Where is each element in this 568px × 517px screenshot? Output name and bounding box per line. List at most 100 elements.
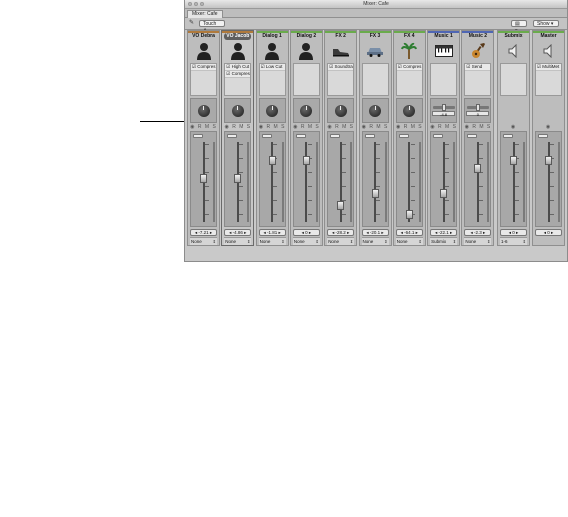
volume-value-field[interactable]: ◂ -1.81 ▸ — [258, 229, 286, 236]
person-icon[interactable] — [291, 40, 322, 62]
automation-button[interactable] — [227, 134, 238, 138]
shoe-icon[interactable] — [325, 40, 356, 62]
track-name[interactable]: Master — [533, 33, 564, 40]
insert-slot-empty[interactable] — [363, 64, 388, 70]
pan-knob[interactable] — [231, 104, 244, 117]
volume-value-field[interactable]: ◂ 0 ▸ — [292, 229, 320, 236]
record-mute-solo-buttons[interactable]: ◉ R M S — [462, 123, 493, 131]
insert-slots[interactable]: ☑ Compres — [190, 63, 217, 96]
automation-button[interactable] — [193, 134, 203, 138]
insert-slots[interactable] — [292, 63, 320, 96]
increment-arrow-icon[interactable]: ▸ — [515, 230, 518, 235]
increment-arrow-icon[interactable]: ▸ — [243, 230, 246, 235]
volume-fader-area[interactable] — [190, 131, 217, 227]
person-icon[interactable] — [257, 40, 288, 62]
channel-strip-fx-3[interactable]: FX 3 ◉ R M S ◂ -20.1 ▸ None ⇕ — [358, 30, 392, 246]
increment-arrow-icon[interactable]: ▸ — [308, 230, 311, 235]
fader-cap[interactable] — [440, 188, 448, 198]
fader-cap[interactable] — [302, 156, 310, 166]
insert-slot[interactable]: ☑ High Cut — [225, 64, 251, 71]
channel-strip-master[interactable]: Master ☑ MultiMet ◉ ◂ 0 ▸ — [532, 30, 565, 246]
record-mute-solo-buttons[interactable]: ◉ R M S — [222, 123, 253, 131]
output-select[interactable]: None ⇕ — [464, 237, 492, 245]
close-button[interactable] — [188, 2, 192, 6]
send-level-slider[interactable] — [432, 103, 455, 111]
minimize-button[interactable] — [194, 2, 198, 6]
automation-icon[interactable]: ✎ — [189, 20, 195, 27]
automation-button[interactable] — [538, 134, 548, 138]
insert-slot[interactable]: ☑ Compres — [396, 64, 422, 71]
insert-slots[interactable] — [500, 63, 527, 96]
insert-slots[interactable]: ☑ MultiMet — [535, 63, 562, 96]
pan-knob-area[interactable] — [190, 98, 217, 123]
insert-slots[interactable]: ☑ Low Cut — [258, 63, 286, 96]
pan-knob[interactable] — [266, 104, 279, 117]
insert-slots[interactable]: ☑ High Cut ☑ Compres — [224, 63, 252, 96]
insert-slot[interactable]: ☑ Compres — [225, 71, 251, 78]
record-mute-solo-buttons[interactable]: ◉ — [498, 123, 529, 131]
channel-strip-music-2[interactable]: Music 2 ☑ Send 0 ◉ R M S ◂ -2.3 ▸ None ⇕ — [461, 30, 495, 246]
output-select[interactable]: None ⇕ — [327, 237, 355, 245]
output-select[interactable]: 1-6 ⇕ — [500, 237, 527, 245]
volume-fader-area[interactable] — [224, 131, 252, 227]
insert-slots[interactable]: ☑ Send — [464, 63, 492, 96]
speaker-icon[interactable] — [533, 40, 564, 62]
send-level-value[interactable]: -4.8 — [432, 110, 456, 117]
increment-arrow-icon[interactable]: ▸ — [380, 230, 383, 235]
palm-tree-icon[interactable] — [394, 40, 425, 62]
fader-cap[interactable] — [474, 163, 482, 173]
automation-button[interactable] — [433, 134, 444, 138]
automation-mode-select[interactable]: Touch ⇕ — [199, 20, 225, 34]
insert-slot-empty[interactable] — [294, 64, 319, 70]
insert-slots[interactable]: ☑ Compres — [395, 63, 423, 96]
insert-slot[interactable]: ☑ Low Cut — [259, 64, 285, 71]
volume-value-field[interactable]: ◂ 0 ▸ — [500, 229, 527, 236]
pan-knob[interactable] — [300, 104, 313, 117]
keyboard-icon[interactable] — [428, 40, 459, 62]
increment-arrow-icon[interactable]: ▸ — [414, 230, 418, 235]
record-mute-solo-buttons[interactable]: ◉ R M S — [325, 123, 356, 131]
send-level-slider[interactable] — [466, 103, 489, 111]
volume-fader-area[interactable] — [292, 131, 320, 227]
pan-knob-area[interactable] — [292, 98, 320, 123]
guitar-icon[interactable] — [462, 40, 493, 62]
fader-cap[interactable] — [268, 156, 276, 166]
automation-button[interactable] — [364, 134, 375, 138]
channel-strip-fx-2[interactable]: FX 2 ☑ Soundtra ◉ R M S ◂ -28.2 ▸ None ⇕ — [324, 30, 358, 246]
volume-fader-area[interactable] — [464, 131, 492, 227]
volume-fader-area[interactable] — [535, 131, 562, 227]
volume-fader-area[interactable] — [258, 131, 286, 227]
send-level-area[interactable]: 0 — [464, 98, 492, 123]
automation-button[interactable] — [261, 134, 272, 138]
output-select[interactable]: None ⇕ — [190, 237, 217, 245]
channel-strip-vo-debra[interactable]: VO Debra ☑ Compres ◉ R M S ◂ -7.21 ▸ None ⇕ — [187, 30, 220, 246]
output-select[interactable]: None ⇕ — [395, 237, 423, 245]
pan-knob-area[interactable] — [224, 98, 252, 123]
increment-arrow-icon[interactable]: ▸ — [277, 230, 280, 235]
channel-strip-dialog-2[interactable]: Dialog 2 ◉ R M S ◂ 0 ▸ None ⇕ — [289, 30, 323, 246]
automation-button[interactable] — [503, 134, 513, 138]
channel-strip-submix[interactable]: Submix ◉ ◂ 0 ▸ 1-6 ⇕ — [497, 30, 530, 246]
channel-strip-fx-4[interactable]: FX 4 ☑ Compres ◉ R M S ◂ -64.1 ▸ None ⇕ — [392, 30, 426, 246]
volume-value-field[interactable]: ◂ -7.21 ▸ — [190, 229, 217, 236]
volume-fader-area[interactable] — [361, 131, 389, 227]
insert-slot[interactable]: ☑ MultiMet — [536, 64, 561, 71]
title-bar[interactable]: Mixer: Cafe — [185, 0, 567, 9]
increment-arrow-icon[interactable]: ▸ — [550, 230, 553, 235]
volume-value-field[interactable]: ◂ -2.3 ▸ — [464, 229, 492, 236]
record-mute-solo-buttons[interactable]: ◉ R M S — [360, 123, 391, 131]
track-name[interactable]: Dialog 1 — [257, 33, 288, 40]
volume-value-field[interactable]: ◂ -22.1 ▸ — [430, 229, 458, 236]
insert-slots[interactable]: ☑ Soundtra — [327, 63, 355, 96]
record-mute-solo-buttons[interactable]: ◉ — [533, 123, 564, 131]
output-select[interactable]: None ⇕ — [361, 237, 389, 245]
insert-slots[interactable] — [361, 63, 389, 96]
volume-value-field[interactable]: ◂ -28.2 ▸ — [327, 229, 355, 236]
person-icon[interactable] — [222, 40, 253, 62]
automation-button[interactable] — [330, 134, 341, 138]
show-menu-button[interactable]: Show ▾ — [533, 20, 559, 27]
track-name[interactable]: Dialog 2 — [291, 33, 322, 40]
volume-value-field[interactable]: ◂ 0 ▸ — [535, 229, 562, 236]
track-name[interactable]: VO Jacob — [224, 33, 252, 40]
volume-fader-area[interactable] — [327, 131, 355, 227]
